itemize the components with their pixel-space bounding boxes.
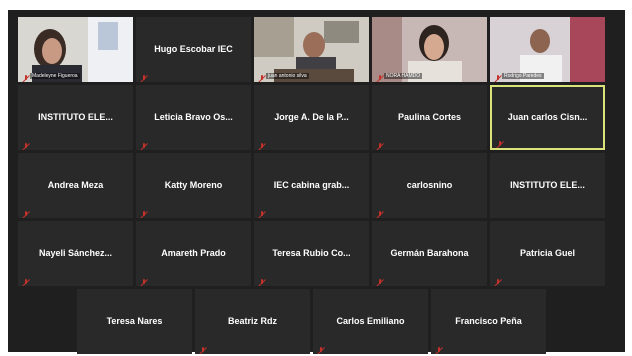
muted-mic-icon [199, 342, 207, 354]
participant-name: Katty Moreno [164, 179, 223, 190]
participant-tile[interactable]: Beatriz Rdz [195, 289, 310, 354]
muted-mic-icon [258, 70, 266, 82]
participant-tile[interactable]: Paulina Cortes [372, 85, 487, 150]
muted-mic-icon [22, 138, 30, 150]
muted-mic-icon [22, 274, 30, 286]
participant-tile[interactable]: Jorge A. De la P... [254, 85, 369, 150]
participant-name: INSTITUTO ELE... [38, 111, 113, 122]
participant-tile[interactable]: Teresa Nares [77, 289, 192, 354]
participant-tile[interactable]: INSTITUTO ELE... [490, 153, 605, 218]
muted-mic-icon [22, 206, 30, 218]
participant-tile[interactable]: IEC cabina grab... [254, 153, 369, 218]
muted-mic-icon [22, 70, 30, 82]
muted-mic-icon [140, 274, 148, 286]
participant-tile[interactable]: Germán Barahona [372, 221, 487, 286]
muted-mic-icon [435, 342, 443, 354]
participant-name: Jorge A. De la P... [274, 111, 349, 122]
participant-tile[interactable]: Andrea Meza [18, 153, 133, 218]
muted-mic-icon [376, 206, 384, 218]
participant-caption: Madeleyne Figueroa [30, 73, 80, 79]
muted-mic-icon [376, 70, 384, 82]
participant-tile[interactable]: Leticia Bravo Os... [136, 85, 251, 150]
participant-caption: Rodrigo Paredes [502, 73, 544, 79]
muted-mic-icon [140, 206, 148, 218]
participant-name: Juan carlos Cisn... [507, 111, 588, 122]
muted-mic-icon [140, 70, 148, 82]
participant-name: Germán Barahona [390, 247, 469, 258]
participant-tile-video[interactable]: NORA HAMDO [372, 17, 487, 82]
participant-tile[interactable]: Francisco Peña [431, 289, 546, 354]
participant-tile[interactable]: Hugo Escobar IEC [136, 17, 251, 82]
video-call-gallery: Madeleyne Figueroa Hugo Escobar IEC juan… [8, 10, 625, 354]
participant-tile-video[interactable]: juan antonio silva [254, 17, 369, 82]
participant-name: Teresa Nares [106, 315, 163, 326]
participant-name: Hugo Escobar IEC [154, 43, 233, 54]
participant-name: Paulina Cortes [397, 111, 462, 122]
muted-mic-icon [496, 136, 504, 148]
participant-caption: juan antonio silva [266, 73, 309, 79]
participant-name: Patricia Guel [519, 247, 576, 258]
participant-tile[interactable]: Carlos Emiliano [313, 289, 428, 354]
participant-tile[interactable]: Katty Moreno [136, 153, 251, 218]
muted-mic-icon [258, 274, 266, 286]
participant-name: Carlos Emiliano [336, 315, 405, 326]
participant-tile-active-speaker[interactable]: Juan carlos Cisn... [490, 85, 605, 150]
participant-name: carlosnino [406, 179, 453, 190]
participant-name: Nayeli Sánchez... [38, 247, 113, 258]
participant-caption: NORA HAMDO [384, 73, 423, 79]
muted-mic-icon [317, 342, 325, 354]
participant-tile[interactable]: INSTITUTO ELE... [18, 85, 133, 150]
muted-mic-icon [258, 206, 266, 218]
participant-tile[interactable]: Nayeli Sánchez... [18, 221, 133, 286]
participant-name: Teresa Rubio Co... [272, 247, 351, 258]
participant-name: Leticia Bravo Os... [154, 111, 233, 122]
participant-name: Francisco Peña [455, 315, 522, 326]
participant-tile-video[interactable]: Madeleyne Figueroa [18, 17, 133, 82]
participant-name: IEC cabina grab... [273, 179, 350, 190]
muted-mic-icon [494, 274, 502, 286]
muted-mic-icon [376, 138, 384, 150]
participant-tile-video[interactable]: Rodrigo Paredes [490, 17, 605, 82]
muted-mic-icon [140, 138, 148, 150]
participant-tile[interactable]: Amareth Prado [136, 221, 251, 286]
participant-tile[interactable]: Patricia Guel [490, 221, 605, 286]
participant-name: Andrea Meza [47, 179, 104, 190]
participant-name: INSTITUTO ELE... [510, 179, 585, 190]
muted-mic-icon [376, 274, 384, 286]
participant-tile[interactable]: carlosnino [372, 153, 487, 218]
muted-mic-icon [258, 138, 266, 150]
participant-name: Amareth Prado [161, 247, 226, 258]
muted-mic-icon [494, 70, 502, 82]
participant-tile[interactable]: Teresa Rubio Co... [254, 221, 369, 286]
participant-name: Beatriz Rdz [227, 315, 277, 326]
